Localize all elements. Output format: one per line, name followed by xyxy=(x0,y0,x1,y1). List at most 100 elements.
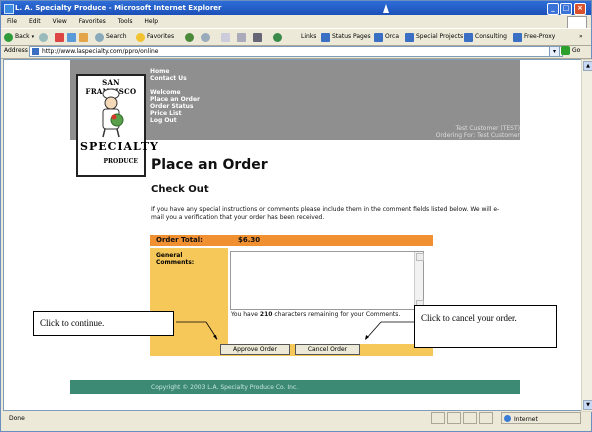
instructions-text: If you have any special instructions or … xyxy=(151,206,500,221)
links-label: Links xyxy=(301,29,316,45)
status-cell xyxy=(447,412,461,424)
favorites-button[interactable]: Favorites xyxy=(136,29,174,45)
page-scrollbar[interactable]: ▲ ▼ xyxy=(581,59,592,412)
menu-help[interactable]: Help xyxy=(144,18,158,25)
stop-button[interactable] xyxy=(55,29,64,45)
go-button[interactable]: Go xyxy=(572,44,580,58)
refresh-button[interactable] xyxy=(67,29,76,45)
star-icon xyxy=(136,32,145,42)
cancel-order-button[interactable]: Cancel Order xyxy=(295,344,360,355)
remaining-prefix: You have xyxy=(231,311,258,318)
menu-edit[interactable]: Edit xyxy=(29,18,41,25)
page-title: Place an Order xyxy=(151,157,268,173)
mouse-cursor-icon xyxy=(383,4,389,13)
status-bar: Done Internet xyxy=(1,411,591,431)
logo-line-3: PRODUCE xyxy=(103,158,138,165)
print-icon xyxy=(237,32,246,42)
edit-icon xyxy=(253,32,262,42)
section-title: Check Out xyxy=(151,184,209,195)
menu-tools[interactable]: Tools xyxy=(118,18,133,25)
nav-welcome[interactable]: Welcome xyxy=(150,89,200,96)
comments-label-line-1: General xyxy=(156,252,183,259)
home-button[interactable] xyxy=(79,29,88,45)
menu-file[interactable]: File xyxy=(7,18,17,25)
scroll-up-arrow-icon[interactable] xyxy=(416,253,424,261)
home-icon xyxy=(79,32,88,42)
link-special-projects[interactable]: Special Projects xyxy=(405,29,463,45)
nav-price-list[interactable]: Price List xyxy=(150,110,200,117)
minimize-button[interactable]: _ xyxy=(547,3,559,15)
toolbar-overflow-button[interactable]: » xyxy=(579,29,583,45)
zone-label: Internet xyxy=(514,416,538,423)
characters-remaining-text: You have 210 characters remaining for yo… xyxy=(231,311,411,318)
link-special-projects-label: Special Projects xyxy=(416,33,464,40)
history-button[interactable] xyxy=(201,29,210,45)
logo-line-2: SPECIALTY xyxy=(80,140,159,153)
textarea-scrollbar[interactable] xyxy=(414,252,424,309)
maximize-button[interactable]: □ xyxy=(560,3,572,15)
order-total-row: Order Total: $6.30 xyxy=(150,235,433,246)
favorites-label: Favorites xyxy=(147,33,175,40)
title-bar[interactable]: L. A. Specialty Produce - Microsoft Inte… xyxy=(1,1,591,15)
status-cell xyxy=(479,412,493,424)
back-button[interactable]: Back ▾ xyxy=(4,29,34,45)
company-logo: SAN FRANCISCO SPECIALTY PRODUCE xyxy=(76,74,159,177)
button-row xyxy=(150,344,433,356)
search-button[interactable]: Search xyxy=(95,29,127,45)
chevron-down-icon: ▾ xyxy=(31,34,35,40)
status-text: Done xyxy=(9,415,25,422)
edit-button[interactable] xyxy=(253,29,262,45)
media-button[interactable] xyxy=(185,29,194,45)
messenger-icon xyxy=(273,32,282,42)
refresh-icon xyxy=(67,32,76,42)
nav-contact-us[interactable]: Contact Us xyxy=(150,75,200,82)
menu-view[interactable]: View xyxy=(53,18,67,25)
forward-arrow-icon xyxy=(39,32,48,42)
address-dropdown-button[interactable]: ▾ xyxy=(549,46,560,57)
link-consulting-label: Consulting xyxy=(475,33,507,40)
link-orca[interactable]: Orca xyxy=(374,29,399,45)
link-consulting[interactable]: Consulting xyxy=(464,29,507,45)
forward-button[interactable] xyxy=(39,29,48,45)
comments-textarea[interactable] xyxy=(230,251,424,310)
cancel-callout: Click to cancel your order. xyxy=(414,305,557,348)
nav-place-an-order[interactable]: Place an Order xyxy=(150,96,200,103)
search-label: Search xyxy=(106,33,127,40)
chevron-right-icon: » xyxy=(579,33,583,40)
nav-log-out[interactable]: Log Out xyxy=(150,117,200,124)
site-nav: Home Contact Us Welcome Place an Order O… xyxy=(150,68,200,124)
nav-order-status[interactable]: Order Status xyxy=(150,103,200,110)
continue-callout: Click to continue. xyxy=(33,311,174,336)
nav-home[interactable]: Home xyxy=(150,68,200,75)
mail-button[interactable] xyxy=(221,29,230,45)
menu-bar: File Edit View Favorites Tools Help xyxy=(1,15,591,28)
menu-favorites[interactable]: Favorites xyxy=(79,18,106,25)
messenger-button[interactable] xyxy=(273,29,282,45)
link-free-proxy[interactable]: Free-Proxy xyxy=(513,29,555,45)
mail-icon xyxy=(221,32,230,42)
link-status-pages[interactable]: Status Pages xyxy=(321,29,371,45)
media-icon xyxy=(185,32,194,42)
scroll-down-icon[interactable]: ▼ xyxy=(583,400,592,410)
scroll-up-icon[interactable]: ▲ xyxy=(583,61,592,71)
address-input[interactable]: http://www.laspecialty.com/ppro/online xyxy=(29,46,563,57)
browser-window: L. A. Specialty Produce - Microsoft Inte… xyxy=(0,0,592,432)
chef-mascot-icon xyxy=(102,88,124,138)
order-total-value: $6.30 xyxy=(238,236,261,244)
page-icon xyxy=(321,32,330,42)
page-viewport: SAN FRANCISCO SPECIALTY PRODUCE Home Con… xyxy=(3,59,583,411)
history-icon xyxy=(201,32,210,42)
window-title: L. A. Specialty Produce - Microsoft Inte… xyxy=(15,4,222,12)
go-arrow-icon[interactable] xyxy=(561,46,570,55)
internet-globe-icon xyxy=(504,415,511,422)
remaining-count: 210 xyxy=(259,311,273,318)
page-icon xyxy=(405,32,414,42)
customer-name: Test Customer (TEST) xyxy=(455,125,520,132)
close-button[interactable]: × xyxy=(574,3,586,15)
order-total-label: Order Total: xyxy=(156,236,203,244)
approve-order-button[interactable]: Approve Order xyxy=(220,344,290,355)
address-bar: Address http://www.laspecialty.com/ppro/… xyxy=(1,44,591,59)
print-button[interactable] xyxy=(237,29,246,45)
copyright-text: Copyright © 2003 L.A. Specialty Produce … xyxy=(151,384,299,391)
